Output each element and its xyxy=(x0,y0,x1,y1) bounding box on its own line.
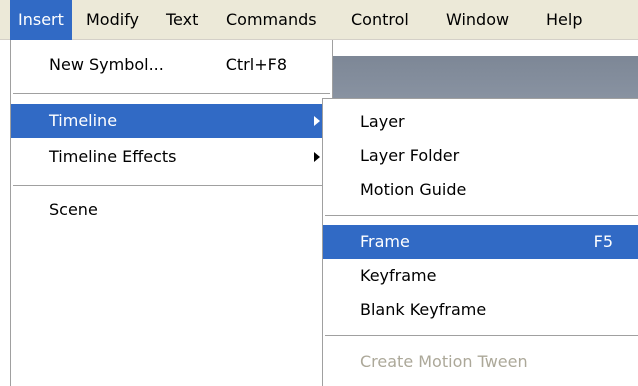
menu-commands[interactable]: Commands xyxy=(218,0,325,40)
menu-modify[interactable]: Modify xyxy=(78,0,147,40)
menu-text[interactable]: Text xyxy=(158,0,206,40)
menu-insert[interactable]: Insert xyxy=(10,0,72,40)
menu-item-label: Layer xyxy=(360,112,405,131)
menu-separator xyxy=(13,185,330,187)
timeline-submenu: Layer Layer Folder Motion Guide Frame F5… xyxy=(322,98,638,386)
menu-item-label: Motion Guide xyxy=(360,180,467,199)
menu-item-shortcut: Ctrl+F8 xyxy=(225,55,287,74)
menu-item-label: Create Motion Tween xyxy=(360,352,528,371)
submenu-arrow-icon xyxy=(314,116,320,126)
menu-item-motion-guide[interactable]: Motion Guide xyxy=(323,173,638,207)
menu-item-label: Keyframe xyxy=(360,266,437,285)
menu-separator xyxy=(13,93,330,95)
menu-item-label: New Symbol... xyxy=(49,55,164,74)
menu-item-new-symbol[interactable]: New Symbol... Ctrl+F8 xyxy=(11,48,332,82)
menu-item-label: Timeline xyxy=(49,111,118,130)
menu-separator xyxy=(325,335,638,337)
insert-dropdown-menu: New Symbol... Ctrl+F8 Timeline Timeline … xyxy=(10,40,333,386)
menu-item-blank-keyframe[interactable]: Blank Keyframe xyxy=(323,293,638,327)
menu-bar: Insert Modify Text Commands Control Wind… xyxy=(0,0,638,40)
menu-item-label: Blank Keyframe xyxy=(360,300,487,319)
submenu-arrow-icon xyxy=(314,152,320,162)
menu-item-layer[interactable]: Layer xyxy=(323,105,638,139)
menu-item-label: Layer Folder xyxy=(360,146,460,165)
menu-item-frame[interactable]: Frame F5 xyxy=(323,225,638,259)
menu-separator xyxy=(325,215,638,217)
menu-item-shortcut: F5 xyxy=(593,232,613,251)
menu-item-timeline-effects[interactable]: Timeline Effects xyxy=(11,140,332,174)
menu-item-layer-folder[interactable]: Layer Folder xyxy=(323,139,638,173)
menu-window[interactable]: Window xyxy=(438,0,517,40)
menu-item-create-motion-tween: Create Motion Tween xyxy=(323,345,638,379)
menu-item-label: Timeline Effects xyxy=(49,147,177,166)
menu-item-label: Frame xyxy=(360,232,410,251)
menu-help[interactable]: Help xyxy=(538,0,590,40)
menu-control[interactable]: Control xyxy=(343,0,417,40)
menu-item-label: Scene xyxy=(49,200,98,219)
menu-item-keyframe[interactable]: Keyframe xyxy=(323,259,638,293)
menu-item-scene[interactable]: Scene xyxy=(11,193,332,227)
menu-item-timeline[interactable]: Timeline xyxy=(11,104,332,138)
